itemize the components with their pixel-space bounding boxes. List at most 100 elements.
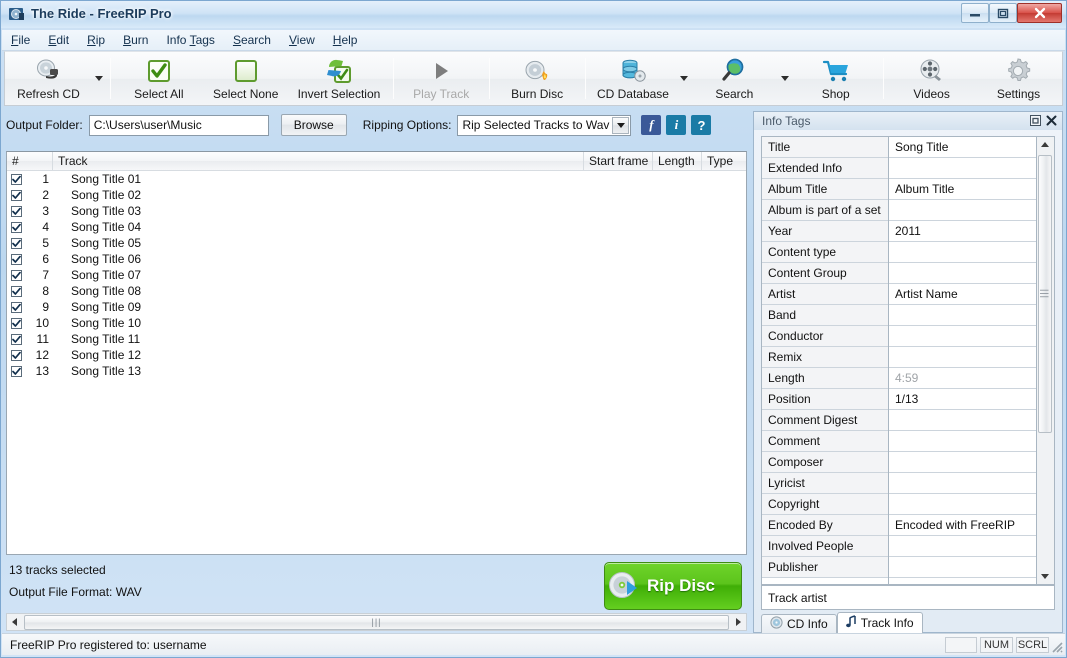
close-button[interactable] <box>1017 3 1062 23</box>
track-checkbox[interactable] <box>7 174 25 185</box>
toolbar-refresh-cd[interactable]: Refresh CD <box>5 52 92 105</box>
info-tag-value[interactable] <box>889 431 1036 452</box>
info-tag-value[interactable]: 4:59 <box>889 368 1036 389</box>
menu-info-tags[interactable]: Info Tags <box>157 31 224 49</box>
output-folder-input[interactable] <box>89 115 269 136</box>
table-row[interactable]: 8Song Title 08 <box>7 283 746 299</box>
track-checkbox[interactable] <box>7 302 25 313</box>
info-tag-value[interactable] <box>889 536 1036 557</box>
tracklist-horizontal-scrollbar[interactable]: ||| <box>6 613 747 631</box>
column-header-track[interactable]: Track <box>53 152 584 170</box>
info-tags-vertical-scrollbar[interactable]: ||| <box>1037 137 1054 584</box>
toolbar-burn-disc[interactable]: Burn Disc <box>494 52 581 105</box>
menu-burn[interactable]: Burn <box>114 31 157 49</box>
toolbar-select-all[interactable]: Select All <box>115 52 202 105</box>
info-tag-value[interactable] <box>889 200 1036 221</box>
track-checkbox[interactable] <box>7 190 25 201</box>
toolbar-videos[interactable]: Videos <box>888 52 975 105</box>
info-tag-value[interactable] <box>889 452 1036 473</box>
info-tag-value[interactable] <box>889 242 1036 263</box>
table-row[interactable]: 9Song Title 09 <box>7 299 746 315</box>
info-tags-value-column[interactable]: Song TitleAlbum Title2011Artist Name4:59… <box>889 137 1037 584</box>
toolbar-cd-database[interactable]: CD Database <box>590 52 677 105</box>
menu-edit[interactable]: Edit <box>39 31 78 49</box>
track-checkbox[interactable] <box>7 318 25 329</box>
help-button[interactable]: ? <box>691 115 711 135</box>
table-row[interactable]: 10Song Title 10 <box>7 315 746 331</box>
table-row[interactable]: 2Song Title 02 <box>7 187 746 203</box>
browse-button[interactable]: Browse <box>281 114 347 136</box>
info-tag-value[interactable] <box>889 347 1036 368</box>
table-row[interactable]: 1Song Title 01 <box>7 171 746 187</box>
facebook-button[interactable]: f <box>641 115 661 135</box>
table-row[interactable]: 13Song Title 13 <box>7 363 746 379</box>
info-tag-value[interactable] <box>889 326 1036 347</box>
vertical-scrollbar-thumb[interactable]: ||| <box>1038 155 1052 433</box>
info-tag-value[interactable] <box>889 305 1036 326</box>
track-checkbox[interactable] <box>7 222 25 233</box>
track-checkbox[interactable] <box>7 286 25 297</box>
table-row[interactable]: 6Song Title 06 <box>7 251 746 267</box>
menu-rip[interactable]: Rip <box>78 31 114 49</box>
track-checkbox[interactable] <box>7 350 25 361</box>
resize-grip-icon[interactable] <box>1049 639 1063 653</box>
menu-search[interactable]: Search <box>224 31 280 49</box>
info-tag-value[interactable]: 1/13 <box>889 389 1036 410</box>
column-header-number[interactable]: # <box>7 152 53 170</box>
track-checkbox[interactable] <box>7 270 25 281</box>
track-checkbox[interactable] <box>7 254 25 265</box>
table-row[interactable]: 5Song Title 05 <box>7 235 746 251</box>
track-checkbox[interactable] <box>7 366 25 377</box>
track-artist-field[interactable]: Track artist <box>761 585 1055 610</box>
tab-track-info[interactable]: Track Info <box>837 612 923 633</box>
maximize-button[interactable] <box>989 3 1017 23</box>
toolbar-search[interactable]: Search <box>691 52 778 105</box>
horizontal-scrollbar-thumb[interactable]: ||| <box>24 615 729 630</box>
toolbar-play-track[interactable]: Play Track <box>398 52 485 105</box>
close-icon[interactable] <box>1044 114 1058 127</box>
info-tag-value[interactable] <box>889 494 1036 515</box>
info-tag-value[interactable] <box>889 557 1036 578</box>
rip-disc-button[interactable]: Rip Disc <box>604 562 742 610</box>
menu-file[interactable]: File <box>2 31 39 49</box>
toolbar-invert-selection[interactable]: Invert Selection <box>289 52 389 105</box>
table-row[interactable]: 12Song Title 12 <box>7 347 746 363</box>
info-tag-value[interactable]: Artist Name <box>889 284 1036 305</box>
table-row[interactable]: 3Song Title 03 <box>7 203 746 219</box>
info-tag-value[interactable] <box>889 473 1036 494</box>
chevron-down-icon[interactable] <box>612 117 629 134</box>
scroll-up-arrow-icon[interactable] <box>1037 137 1053 153</box>
minimize-button[interactable] <box>961 3 989 23</box>
info-tag-value[interactable] <box>889 410 1036 431</box>
restore-icon[interactable] <box>1028 114 1042 127</box>
info-button[interactable]: i <box>666 115 686 135</box>
column-header-type[interactable]: Type <box>702 152 746 170</box>
table-row[interactable]: 11Song Title 11 <box>7 331 746 347</box>
scroll-down-arrow-icon[interactable] <box>1037 568 1053 584</box>
info-tag-value[interactable]: Song Title <box>889 137 1036 158</box>
track-checkbox[interactable] <box>7 238 25 249</box>
info-tag-value[interactable] <box>889 263 1036 284</box>
table-row[interactable]: 7Song Title 07 <box>7 267 746 283</box>
toolbar-select-none[interactable]: Select None <box>202 52 289 105</box>
ripping-options-select[interactable]: Rip Selected Tracks to Wav <box>457 115 631 136</box>
column-header-length[interactable]: Length <box>653 152 702 170</box>
track-list[interactable]: # Track Start frame Length Type 1Song Ti… <box>6 151 747 555</box>
tab-cd-info[interactable]: CD Info <box>761 614 837 633</box>
column-header-start-frame[interactable]: Start frame <box>584 152 653 170</box>
scroll-left-arrow-icon[interactable] <box>7 614 23 630</box>
info-tags-grid[interactable]: TitleExtended InfoAlbum TitleAlbum is pa… <box>761 136 1055 585</box>
menu-help[interactable]: Help <box>324 31 367 49</box>
info-tag-value[interactable] <box>889 158 1036 179</box>
toolbar-settings[interactable]: Settings <box>975 52 1062 105</box>
toolbar-shop[interactable]: Shop <box>792 52 879 105</box>
scroll-right-arrow-icon[interactable] <box>730 614 746 630</box>
refresh-cd-dropdown-arrow[interactable] <box>92 52 106 105</box>
info-tag-value[interactable]: Album Title <box>889 179 1036 200</box>
search-dropdown-arrow[interactable] <box>778 52 792 105</box>
table-row[interactable]: 4Song Title 04 <box>7 219 746 235</box>
menu-view[interactable]: View <box>280 31 324 49</box>
cd-database-dropdown-arrow[interactable] <box>676 52 690 105</box>
track-checkbox[interactable] <box>7 334 25 345</box>
track-checkbox[interactable] <box>7 206 25 217</box>
